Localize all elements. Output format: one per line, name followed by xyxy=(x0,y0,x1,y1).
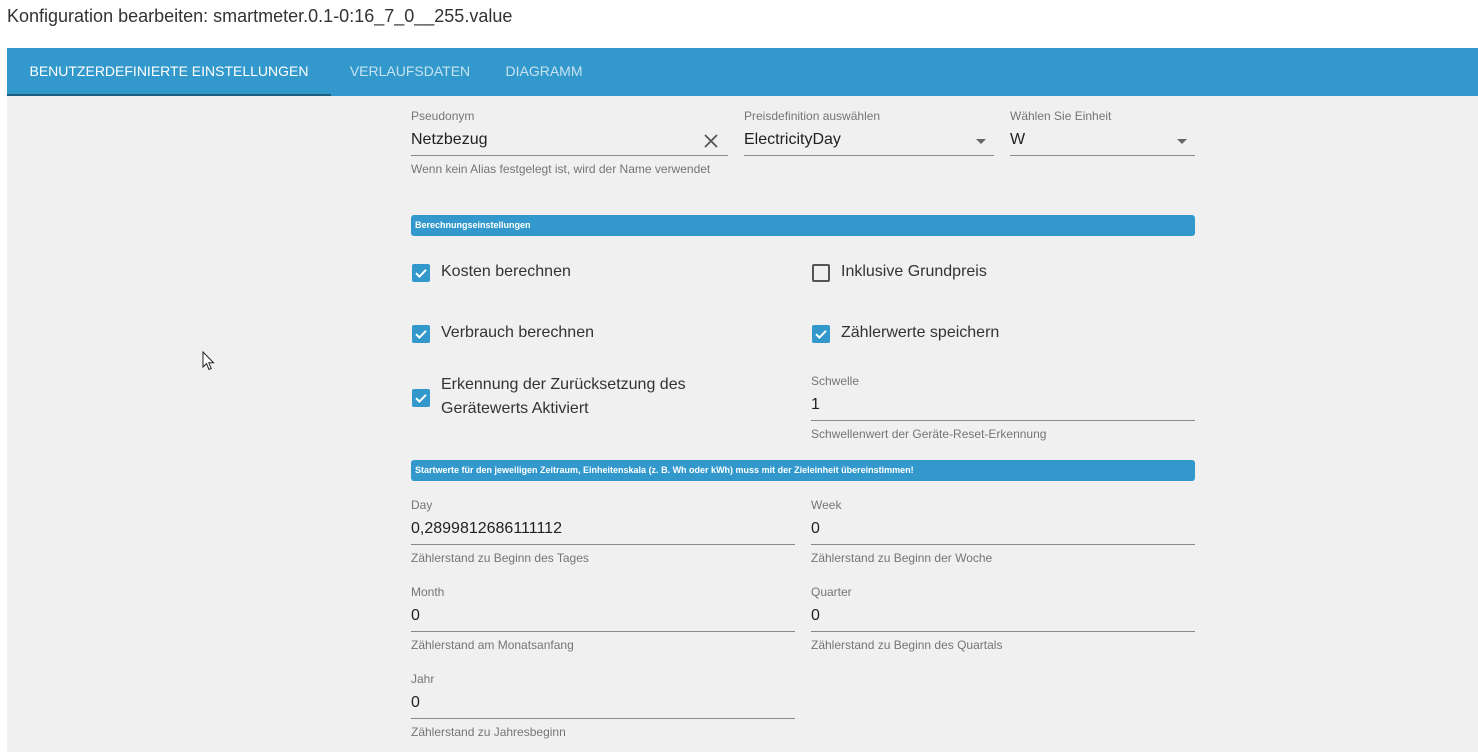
dropdown-caret-icon[interactable] xyxy=(1177,139,1187,144)
unit-label: Wählen Sie Einheit xyxy=(1010,109,1112,123)
save-meter-label[interactable]: Zählerwerte speichern xyxy=(841,321,999,345)
dropdown-caret-icon[interactable] xyxy=(976,139,986,144)
calc-consumption-checkbox[interactable] xyxy=(412,325,430,343)
unit-underline xyxy=(1010,155,1195,156)
day-label: Day xyxy=(411,498,433,512)
tab-custom-settings[interactable]: Benutzerdefinierte Einstellungen xyxy=(7,48,331,96)
tab-chart[interactable]: Diagramm xyxy=(489,48,599,96)
price-underline xyxy=(744,155,994,156)
checkbox-checked-icon xyxy=(415,394,427,404)
tab-history-data[interactable]: Verlaufsdaten xyxy=(331,48,489,96)
quarter-input[interactable]: 0 xyxy=(811,607,820,625)
day-input[interactable]: 0,2899812686111112 xyxy=(411,520,562,538)
calc-consumption-label[interactable]: Verbrauch berechnen xyxy=(441,321,594,345)
basic-price-checkbox[interactable] xyxy=(812,264,830,282)
price-select[interactable]: ElectricityDay xyxy=(744,131,841,149)
dialog-title: Konfiguration bearbeiten: smartmeter.0.1… xyxy=(7,6,513,26)
alias-label: Pseudonym xyxy=(411,109,475,123)
month-help: Zählerstand am Monatsanfang xyxy=(411,638,574,652)
save-meter-checkbox[interactable] xyxy=(812,325,830,343)
day-underline xyxy=(411,544,795,545)
year-input[interactable]: 0 xyxy=(411,694,420,712)
price-label: Preisdefinition auswählen xyxy=(744,109,881,123)
reset-detect-label[interactable]: Erkennung der Zurücksetzung des Gerätewe… xyxy=(441,373,741,421)
checkbox-checked-icon xyxy=(415,330,427,340)
settings-panel: Pseudonym Netzbezug Wenn kein Alias fest… xyxy=(7,96,1478,752)
week-input[interactable]: 0 xyxy=(811,520,820,538)
tab-bar: Benutzerdefinierte Einstellungen Verlauf… xyxy=(7,48,1478,96)
reset-detect-checkbox[interactable] xyxy=(412,389,430,407)
threshold-help: Schwellenwert der Geräte-Reset-Erkennung xyxy=(811,427,1047,441)
checkbox-checked-icon xyxy=(815,330,827,340)
alias-help: Wenn kein Alias festgelegt ist, wird der… xyxy=(411,162,711,176)
week-help: Zählerstand zu Beginn der Woche xyxy=(811,551,993,565)
start-values-header: Startwerte für den jeweiligen Zeitraum, … xyxy=(411,460,1195,481)
week-label: Week xyxy=(811,498,842,512)
calc-cost-label[interactable]: Kosten berechnen xyxy=(441,260,571,284)
calc-cost-checkbox[interactable] xyxy=(412,264,430,282)
year-label: Jahr xyxy=(411,672,435,686)
threshold-input[interactable]: 1 xyxy=(811,396,820,414)
threshold-label: Schwelle xyxy=(811,374,860,388)
quarter-label: Quarter xyxy=(811,585,852,599)
calc-settings-header: Berechnungseinstellungen xyxy=(411,215,1195,236)
mouse-cursor-icon xyxy=(202,350,216,371)
basic-price-label[interactable]: Inklusive Grundpreis xyxy=(841,260,987,284)
quarter-help: Zählerstand zu Beginn des Quartals xyxy=(811,638,1003,652)
checkbox-checked-icon xyxy=(415,269,427,279)
alias-input[interactable]: Netzbezug xyxy=(411,131,488,149)
week-underline xyxy=(811,544,1195,545)
quarter-underline xyxy=(811,631,1195,632)
year-underline xyxy=(411,718,795,719)
month-label: Month xyxy=(411,585,445,599)
year-help: Zählerstand zu Jahresbeginn xyxy=(411,725,566,739)
day-help: Zählerstand zu Beginn des Tages xyxy=(411,551,589,565)
unit-select[interactable]: W xyxy=(1010,131,1025,149)
month-input[interactable]: 0 xyxy=(411,607,420,625)
clear-icon[interactable] xyxy=(703,133,719,149)
alias-underline xyxy=(411,155,728,156)
threshold-underline xyxy=(811,420,1195,421)
month-underline xyxy=(411,631,795,632)
